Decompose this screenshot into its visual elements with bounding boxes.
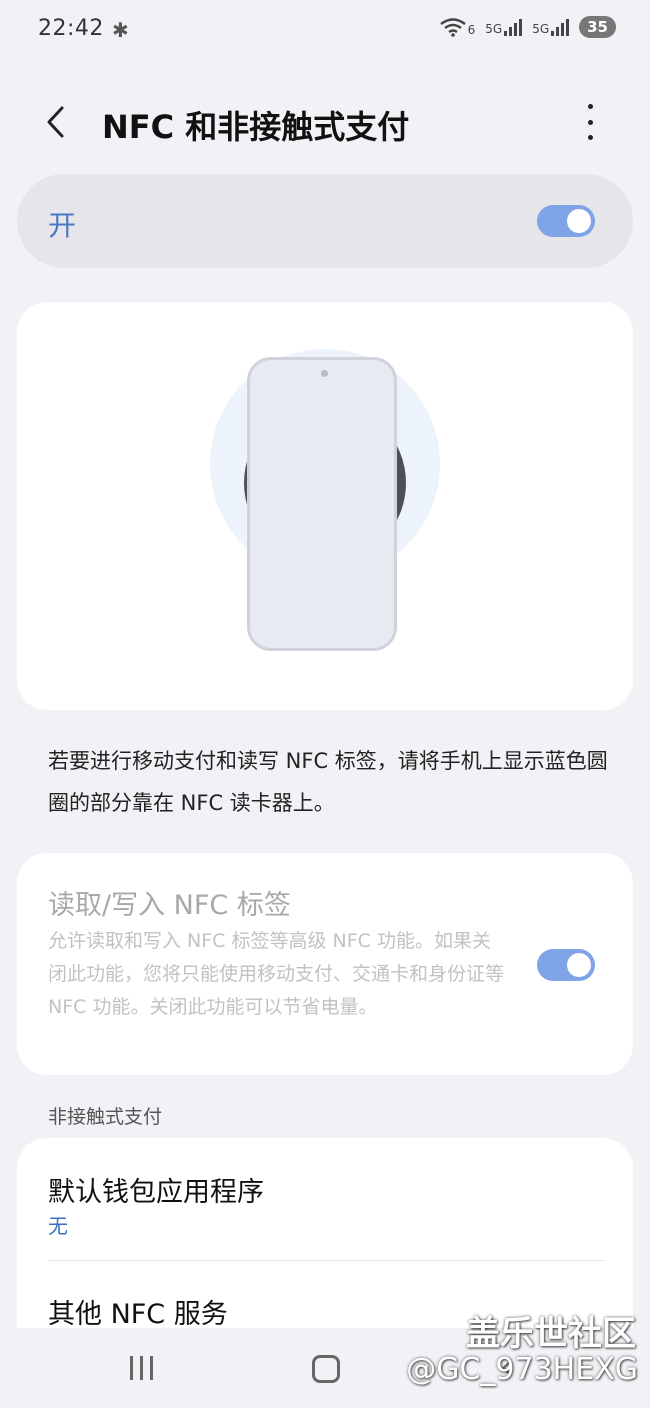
wifi-icon: 6 (439, 17, 476, 37)
sim2-label: 5G (532, 21, 550, 36)
chevron-left-icon[interactable] (42, 102, 68, 149)
nfc-illustration (17, 302, 633, 710)
section-header-contactless-payment: 非接触式支付 (48, 1106, 163, 1128)
payment-card: 默认钱包应用程序 无 其他 NFC 服务 (17, 1138, 633, 1328)
home-icon[interactable] (312, 1355, 340, 1383)
status-bar: 22:42 ✱ 6 5G 5G 35 (0, 0, 650, 60)
master-toggle-switch[interactable] (537, 205, 595, 237)
phone-camera (321, 370, 328, 377)
watermark-community: 盖乐世社区 (466, 1314, 636, 1354)
wifi-label: 6 (467, 23, 476, 37)
recents-icon[interactable] (130, 1356, 153, 1380)
watermark-user: @GC_973HEXG (406, 1352, 638, 1387)
default-wallet-value: 无 (48, 1214, 68, 1238)
read-write-toggle-switch[interactable] (537, 949, 595, 981)
nfc-master-toggle-row[interactable]: 开 (17, 174, 633, 268)
bluetooth-icon: ✱ (112, 18, 129, 42)
signal-sim1-icon: 5G (485, 18, 523, 36)
read-write-title: 读取/写入 NFC 标签 (48, 890, 291, 921)
read-write-nfc-row[interactable]: 读取/写入 NFC 标签 允许读取和写入 NFC 标签等高级 NFC 功能。如果… (17, 853, 633, 1075)
switch-knob (567, 953, 591, 977)
clock: 22:42 (38, 16, 104, 41)
battery-indicator: 35 (579, 16, 616, 38)
divider (48, 1260, 605, 1261)
switch-knob (567, 209, 591, 233)
master-toggle-label: 开 (48, 209, 77, 242)
app-bar: NFC 和非接触式支付 (0, 88, 650, 158)
sim1-label: 5G (485, 21, 503, 36)
signal-sim2-icon: 5G (532, 18, 570, 36)
nfc-description: 若要进行移动支付和读写 NFC 标签，请将手机上显示蓝色圆圈的部分靠在 NFC … (48, 749, 608, 815)
read-write-summary: 允许读取和写入 NFC 标签等高级 NFC 功能。如果关闭此功能，您将只能使用移… (48, 930, 505, 1018)
status-icons: 6 5G 5G 35 (439, 16, 616, 38)
page-title: NFC 和非接触式支付 (102, 108, 410, 146)
more-vertical-icon[interactable] (580, 98, 600, 146)
phone-illustration (247, 357, 397, 651)
other-nfc-services-title[interactable]: 其他 NFC 服务 (48, 1292, 228, 1328)
default-wallet-title[interactable]: 默认钱包应用程序 (48, 1170, 264, 1209)
